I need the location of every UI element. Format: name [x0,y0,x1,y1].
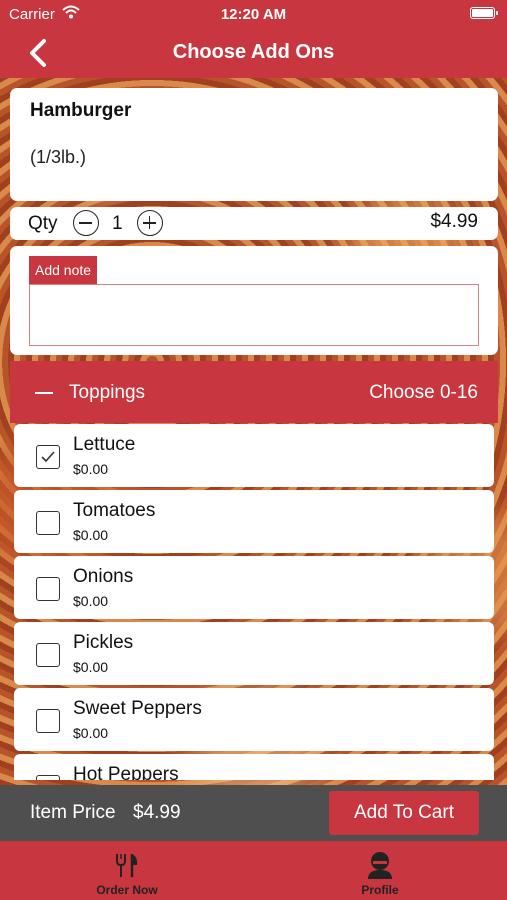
tab-label: Order Now [96,883,158,897]
item-description: (1/3lb.) [30,147,87,167]
option-price: $0.00 [73,593,109,609]
quantity-label: Qty [28,213,58,234]
collapse-icon [35,392,53,394]
section-choose-range: Choose 0-16 [369,382,478,403]
option-name: Hot Peppers [73,764,179,780]
checkbox[interactable] [36,775,60,780]
option-lettuce[interactable]: Lettuce $0.00 [14,424,494,487]
profile-icon [368,852,392,879]
checkbox[interactable] [36,643,60,667]
checkbox[interactable] [36,709,60,733]
tab-label: Profile [361,883,399,897]
option-hot-peppers[interactable]: Hot Peppers [14,754,494,780]
option-tomatoes[interactable]: Tomatoes $0.00 [14,490,494,553]
status-time: 12:20 AM [220,6,287,23]
add-to-cart-button[interactable]: Add To Cart [329,791,479,835]
navigation-bar: Carrier 12:20 AM Choose Add Ons [0,0,507,78]
option-name: Lettuce [73,434,136,455]
option-price: $0.00 [73,659,109,675]
option-onions[interactable]: Onions $0.00 [14,556,494,619]
item-price-value: $4.99 [133,802,181,823]
option-price: $0.00 [73,527,109,543]
item-name: Hamburger [30,100,132,121]
toppings-list[interactable]: Lettuce $0.00 Tomatoes $0.00 Onions $0.0… [0,423,507,780]
page-title: Choose Add Ons [172,41,335,63]
note-input[interactable] [29,284,479,346]
checkmark-icon [41,451,55,463]
tab-order-now[interactable]: Order Now [57,841,197,900]
quantity-value: 1 [112,213,123,234]
item-card: Hamburger (1/3lb.) [10,88,498,201]
option-price: $0.00 [73,461,109,477]
checkbox[interactable] [36,445,60,469]
option-price: $0.00 [73,725,109,741]
option-pickles[interactable]: Pickles $0.00 [14,622,494,685]
status-bar: Carrier 12:20 AM [0,0,507,28]
cart-footer: Item Price $4.99 Add To Cart [0,785,507,841]
quantity-card: Qty 1 $4.99 [10,207,498,240]
fork-knife-icon [116,854,138,877]
note-card: Add note [10,246,498,355]
tab-profile[interactable]: Profile [310,841,450,900]
checkbox[interactable] [36,511,60,535]
add-note-label: Add note [29,256,98,284]
minus-icon [79,222,92,224]
option-name: Onions [73,566,134,587]
toppings-section-header[interactable]: Toppings Choose 0-16 [10,361,498,423]
decrease-quantity-button[interactable] [73,210,99,236]
section-name: Toppings [69,382,146,403]
battery-icon [470,7,498,19]
increase-quantity-button[interactable] [137,210,163,236]
option-sweet-peppers[interactable]: Sweet Peppers $0.00 [14,688,494,751]
option-name: Pickles [73,632,134,653]
tab-bar: Order Now Profile [0,841,507,900]
item-price: $4.99 [430,211,478,232]
item-price-label: Item Price [30,802,116,823]
option-name: Sweet Peppers [73,698,202,719]
option-name: Tomatoes [73,500,156,521]
checkbox[interactable] [36,577,60,601]
